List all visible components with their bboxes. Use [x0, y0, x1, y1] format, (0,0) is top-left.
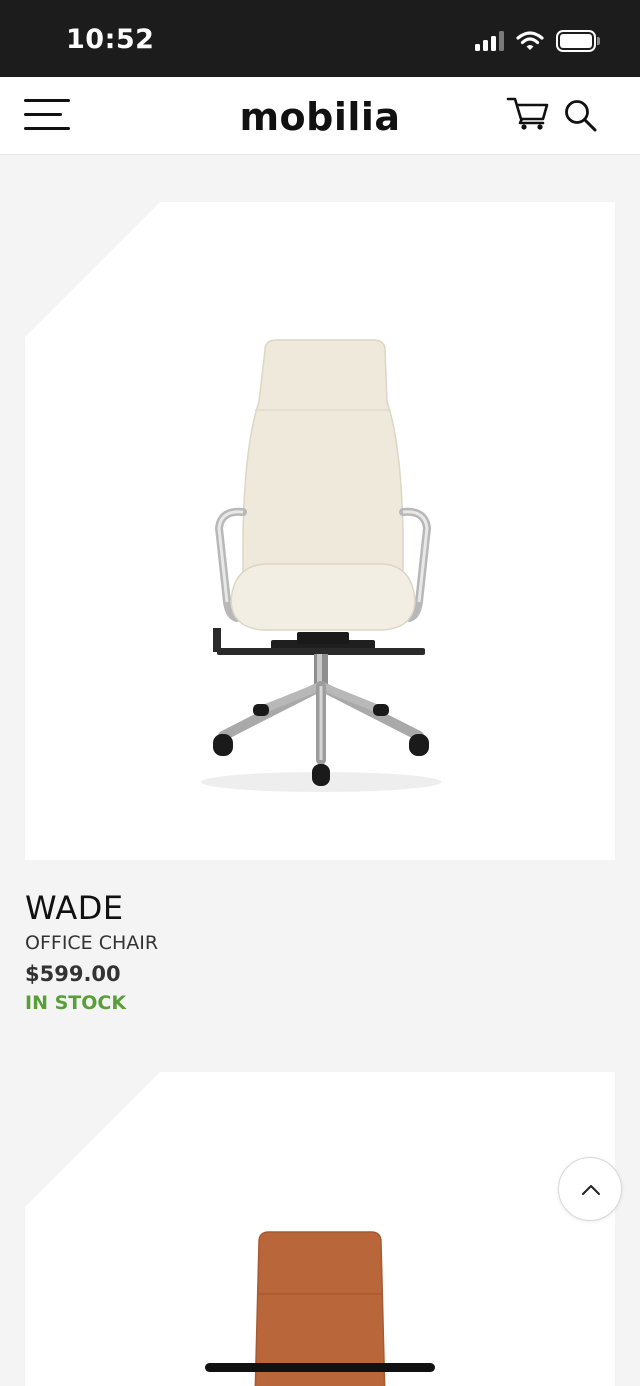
card-corner-decoration [25, 202, 160, 337]
product-image-card[interactable] [25, 1072, 615, 1386]
cart-icon[interactable] [506, 95, 550, 131]
status-bar: 10:52 [0, 0, 640, 77]
home-indicator[interactable] [205, 1363, 435, 1372]
product-category: OFFICE CHAIR [25, 932, 159, 954]
scroll-to-top-button[interactable] [558, 1157, 622, 1221]
product-name[interactable]: WADE [25, 888, 158, 928]
signal-icon [475, 31, 504, 51]
stock-status: IN STOCK [25, 992, 127, 1014]
status-time: 10:52 [66, 24, 155, 55]
battery-icon [556, 30, 600, 52]
app-header: mobilia [0, 77, 640, 155]
product-image-card[interactable] [25, 202, 615, 860]
product-image-white-office-chair[interactable] [193, 332, 453, 802]
card-corner-decoration [25, 1072, 160, 1207]
status-icons [475, 30, 600, 52]
chevron-up-icon [582, 1185, 600, 1195]
search-icon[interactable] [562, 97, 598, 133]
product-price: $599.00 [25, 962, 121, 986]
wifi-icon [516, 31, 544, 50]
product-info[interactable]: WADE OFFICE CHAIR $599.00 IN STOCK [25, 888, 158, 1014]
